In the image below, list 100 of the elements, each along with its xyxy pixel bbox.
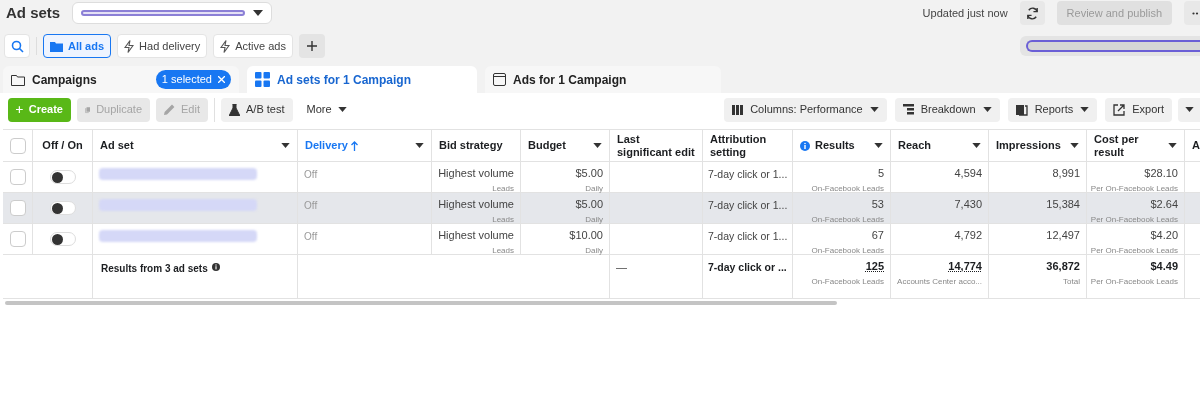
refresh-button[interactable] — [1019, 1, 1045, 25]
cell-value: 53 — [871, 197, 884, 211]
cell-subtext: Leads — [492, 245, 514, 257]
cell-value: 7-day click or 1... — [708, 199, 788, 211]
cell-value: 8,991 — [1052, 166, 1080, 180]
caret-icon — [869, 107, 879, 112]
column-header[interactable]: Impressions — [996, 139, 1065, 152]
cell-value: 14,774 — [948, 259, 982, 273]
cell-subtext: On-Facebook Leads — [811, 214, 884, 226]
grid-icon — [255, 72, 270, 87]
cell-value: Highest volume — [438, 228, 514, 242]
cell-subtext: Per On-Facebook Leads — [1090, 183, 1178, 195]
column-header[interactable]: Cost per result — [1094, 132, 1163, 159]
page-title: Ad sets — [6, 2, 61, 23]
cell-value: 7-day click or 1... — [708, 230, 788, 242]
tab[interactable]: Campaigns 1 selected — [3, 66, 239, 93]
export-button[interactable]: Export — [1105, 97, 1172, 122]
breakdown-button[interactable]: Breakdown — [894, 97, 1000, 122]
cell-value: — — [616, 261, 627, 273]
column-header[interactable]: Reach — [898, 139, 967, 152]
toggle-switch[interactable] — [49, 170, 76, 184]
caret-icon — [593, 143, 602, 148]
reports-icon — [1015, 103, 1028, 116]
more-options-button[interactable] — [1184, 1, 1200, 25]
column-header[interactable]: Budget — [528, 139, 588, 152]
caret-icon — [337, 107, 347, 112]
info-icon — [211, 263, 220, 271]
sort-arrow-icon — [350, 140, 358, 151]
cell-value: $2.64 — [1150, 197, 1178, 211]
close-icon — [218, 76, 225, 83]
tab[interactable]: Ad sets for 1 Campaign — [247, 66, 477, 93]
caret-icon — [1184, 107, 1194, 112]
column-header[interactable]: Off / On — [42, 139, 83, 152]
cell-value: 5 — [877, 166, 884, 180]
cell-value: $4.20 — [1150, 228, 1178, 242]
filter-button[interactable]: All ads — [43, 34, 112, 58]
checkbox[interactable] — [9, 200, 26, 216]
checkbox[interactable] — [9, 231, 26, 247]
columns-button[interactable]: Columns: Performance — [724, 97, 887, 122]
cell-value: 7,430 — [954, 197, 982, 211]
caret-icon — [1070, 143, 1079, 148]
delivery-status: Off — [304, 200, 318, 211]
cell-value: $4.49 — [1150, 259, 1178, 273]
cell-subtext: On-Facebook Leads — [811, 245, 884, 257]
checkbox[interactable] — [9, 169, 26, 185]
column-header[interactable]: Delivery — [305, 139, 410, 152]
cell-subtext: Per On-Facebook Leads — [1090, 214, 1178, 226]
cell-value: 7-day click or ... — [708, 261, 787, 273]
campaign-dropdown[interactable] — [72, 2, 273, 24]
columns-icon — [732, 104, 744, 115]
cell-value: Highest volume — [438, 197, 514, 211]
caret-icon — [972, 143, 981, 148]
caret-icon — [281, 143, 290, 148]
view-dropdown-button[interactable] — [1178, 97, 1200, 122]
tab-label: Ad sets for 1 Campaign — [277, 71, 413, 89]
folder-icon — [11, 73, 25, 86]
pencil-icon — [164, 104, 175, 115]
column-header[interactable]: A — [1192, 139, 1200, 152]
toggle-switch[interactable] — [49, 201, 76, 215]
cell-value: 4,792 — [954, 228, 982, 242]
export-icon — [1113, 103, 1126, 116]
tab[interactable]: Ads for 1 Campaign — [485, 66, 721, 93]
abtest-button[interactable]: A/B test — [221, 97, 293, 122]
summary-label: Results from 3 ad sets — [101, 262, 208, 276]
redacted-field[interactable] — [1020, 36, 1200, 56]
delivery-status: Off — [304, 231, 318, 242]
column-header[interactable]: Bid strategy — [439, 139, 503, 152]
horizontal-scrollbar[interactable] — [5, 301, 837, 305]
breakdown-icon — [902, 104, 914, 115]
filter-button[interactable]: Had delivery — [117, 34, 208, 58]
cell-value: 125 — [865, 259, 884, 273]
cell-value: 67 — [871, 228, 884, 242]
column-header[interactable]: Last significant edit — [617, 132, 695, 159]
toggle-switch[interactable] — [49, 232, 76, 246]
selection-badge[interactable]: 1 selected — [155, 70, 231, 89]
search-button[interactable] — [4, 34, 30, 58]
update-status: Updated just now — [922, 5, 1008, 21]
add-filter-button[interactable] — [298, 34, 325, 58]
delivery-status: Off — [304, 169, 318, 180]
column-header[interactable]: Ad set — [100, 139, 276, 152]
caret-icon — [982, 107, 992, 112]
filter-button[interactable]: Active ads — [213, 34, 293, 58]
bolt-icon — [220, 39, 231, 53]
cell-value: 4,594 — [954, 166, 982, 180]
cell-subtext: On-Facebook Leads — [811, 183, 884, 195]
cell-subtext: Per On-Facebook Leads — [1090, 276, 1178, 288]
caret-icon — [253, 10, 264, 16]
cell-subtext: On-Facebook Leads — [811, 276, 884, 288]
cell-value: 7-day click or 1... — [708, 168, 788, 180]
checkbox[interactable] — [9, 137, 26, 154]
reports-button[interactable]: Reports — [1007, 97, 1098, 122]
window-icon — [493, 73, 506, 86]
tab-label: Campaigns — [32, 71, 98, 89]
column-header[interactable]: Results — [815, 139, 869, 152]
plus-icon — [16, 105, 23, 114]
cell-value: $28.10 — [1144, 166, 1178, 180]
column-header[interactable]: Attribution setting — [710, 132, 785, 159]
cell-subtext: Leads — [492, 183, 514, 195]
tab-label: Ads for 1 Campaign — [513, 71, 628, 89]
cell-value: 15,384 — [1046, 197, 1080, 211]
